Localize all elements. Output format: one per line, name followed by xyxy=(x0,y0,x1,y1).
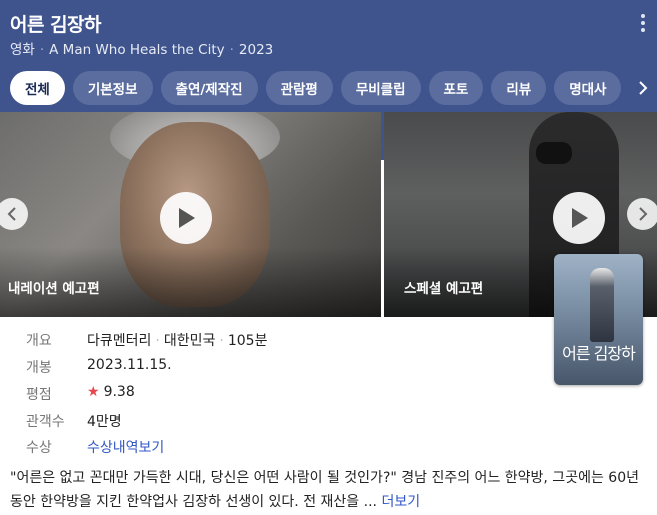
meta-year: 2023 xyxy=(238,42,274,58)
separator: · xyxy=(219,333,224,349)
info-label: 개요 xyxy=(26,333,52,349)
release-date: 2023.11.15. xyxy=(87,357,172,373)
tab-photos[interactable]: 포토 xyxy=(428,71,484,105)
meta-type: 영화 xyxy=(10,42,35,58)
info-value: 다큐멘터리 · 대한민국 · 105분 xyxy=(87,330,267,350)
movie-poster[interactable]: 어른 김장하 xyxy=(554,254,643,385)
star-icon: ★ xyxy=(87,384,100,400)
tab-cast-crew[interactable]: 출연/제작진 xyxy=(160,71,258,105)
play-icon[interactable] xyxy=(553,192,605,244)
genre[interactable]: 다큐멘터리 xyxy=(87,333,151,349)
video-label: 내레이션 예고편 xyxy=(8,281,100,297)
tab-quotes[interactable]: 명대사 xyxy=(554,71,622,105)
synopsis: "어른은 없고 꼰대만 가득한 시대, 당신은 어떤 사람이 될 것인가?" 경… xyxy=(10,466,650,514)
video-thumbnail-narration[interactable]: 내레이션 예고편 xyxy=(0,112,381,317)
info-label: 개봉 xyxy=(26,360,52,376)
tab-basic-info[interactable]: 기본정보 xyxy=(72,71,153,105)
rating-score: 9.38 xyxy=(103,384,135,400)
tab-all[interactable]: 전체 xyxy=(10,71,65,105)
meta-separator: · xyxy=(229,42,234,58)
info-label: 관객수 xyxy=(26,414,65,430)
tabs-next-button[interactable] xyxy=(629,71,657,105)
tab-reviews-rating[interactable]: 관람평 xyxy=(265,71,333,105)
tab-reviews[interactable]: 리뷰 xyxy=(491,71,547,105)
synopsis-text: "어른은 없고 꼰대만 가득한 시대, 당신은 어떤 사람이 될 것인가?" 경… xyxy=(10,470,639,510)
runtime: 105분 xyxy=(227,333,268,349)
video-label: 스페셜 예고편 xyxy=(404,281,484,297)
movie-title[interactable]: 어른 김장하 xyxy=(10,10,102,37)
chevron-right-icon xyxy=(639,207,648,221)
tab-bar: 전체 기본정보 출연/제작진 관람평 무비클립 포토 리뷰 명대사 xyxy=(10,71,622,105)
separator: · xyxy=(155,333,160,349)
rating-value[interactable]: ★ 9.38 xyxy=(87,384,135,400)
chevron-right-icon xyxy=(639,81,648,95)
more-vertical-icon[interactable] xyxy=(639,14,647,34)
carousel-next-button[interactable] xyxy=(627,198,657,230)
poster-title: 어른 김장하 xyxy=(562,344,636,363)
meta-english-title: A Man Who Heals the City xyxy=(49,42,225,58)
read-more-link[interactable]: 더보기 xyxy=(381,494,420,510)
audience-count: 4만명 xyxy=(87,414,122,430)
awards-link[interactable]: 수상내역보기 xyxy=(87,437,164,457)
info-label: 평점 xyxy=(26,387,52,403)
country[interactable]: 대한민국 xyxy=(164,333,216,349)
chevron-left-icon xyxy=(7,207,16,221)
play-icon[interactable] xyxy=(160,192,212,244)
meta-separator: · xyxy=(39,42,45,58)
info-label: 수상 xyxy=(26,440,52,456)
tab-movie-clips[interactable]: 무비클립 xyxy=(340,71,421,105)
movie-search-card: 어른 김장하 영화 · A Man Who Heals the City · 2023 … xyxy=(0,0,657,515)
movie-meta: 영화 · A Man Who Heals the City · 2023 xyxy=(10,38,273,58)
